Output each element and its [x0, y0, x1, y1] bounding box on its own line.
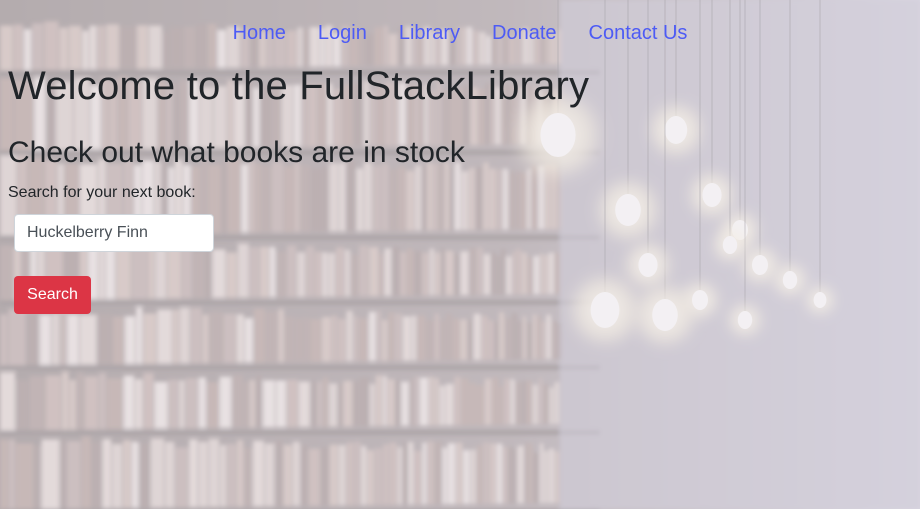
nav-link-donate[interactable]: Donate — [476, 18, 573, 48]
search-label: Search for your next book: — [8, 184, 196, 201]
page-subtitle: Check out what books are in stock — [8, 136, 465, 169]
search-input[interactable] — [14, 214, 214, 252]
page: Home Login Library Donate Contact Us Wel… — [0, 0, 920, 509]
top-nav: Home Login Library Donate Contact Us — [0, 18, 920, 48]
nav-link-home[interactable]: Home — [217, 18, 302, 48]
nav-link-library[interactable]: Library — [383, 18, 476, 48]
nav-link-contact-us[interactable]: Contact Us — [573, 18, 704, 48]
nav-link-login[interactable]: Login — [302, 18, 383, 48]
page-title: Welcome to the FullStackLibrary — [8, 64, 590, 108]
search-button[interactable]: Search — [14, 276, 91, 314]
